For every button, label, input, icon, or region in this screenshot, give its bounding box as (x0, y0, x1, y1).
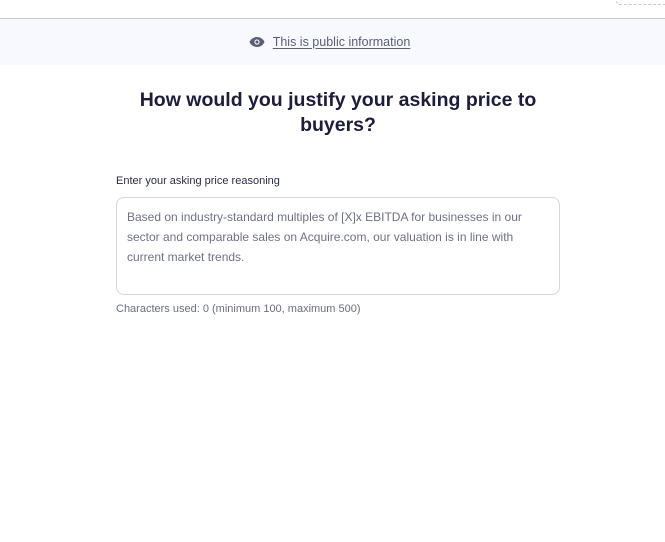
question-heading: How would you justify your asking price … (139, 89, 537, 136)
public-info-notice: This is public information (249, 35, 411, 49)
public-information-link[interactable]: This is public information (273, 35, 411, 49)
top-bar (0, 0, 665, 19)
reasoning-field-label: Enter your asking price reasoning (116, 175, 280, 187)
top-bar-corner-outline (616, 0, 665, 5)
public-info-banner: This is public information (0, 19, 665, 65)
character-counter: Characters used: 0 (minimum 100, maximum… (116, 303, 361, 315)
asking-price-reasoning-input[interactable] (116, 197, 560, 295)
eye-icon (249, 37, 265, 47)
